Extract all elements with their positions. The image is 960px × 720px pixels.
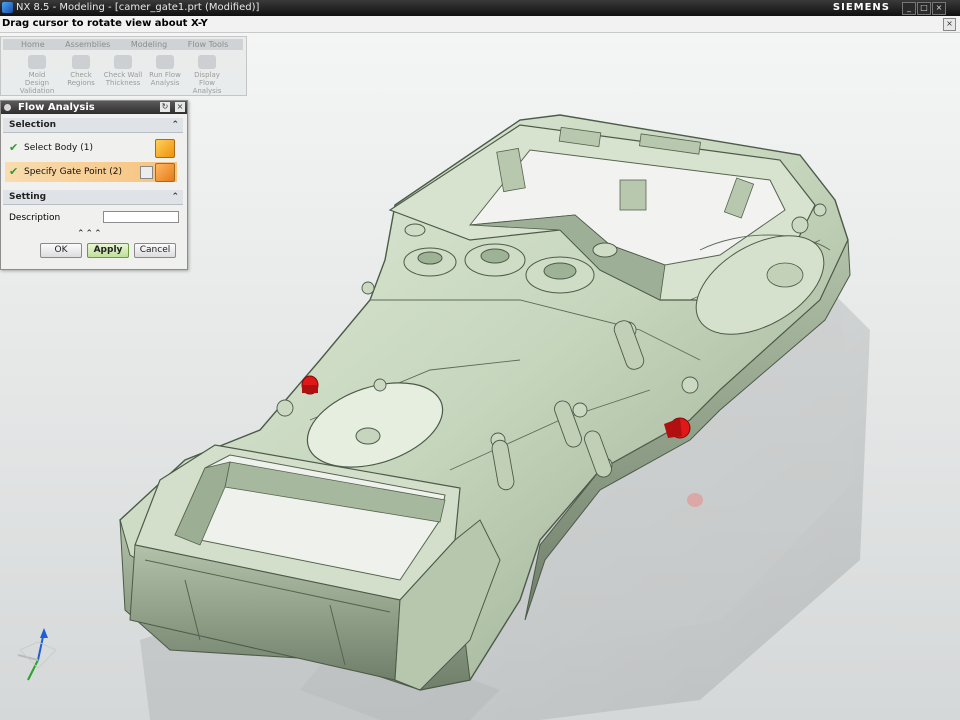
- siemens-logo: SIEMENS: [832, 2, 890, 13]
- title-bar: NX 8.5 - Modeling - [camer_gate1.prt (Mo…: [0, 0, 960, 16]
- ghost-tab[interactable]: Assemblies: [65, 40, 110, 49]
- cube-icon[interactable]: [155, 139, 175, 158]
- cancel-button[interactable]: Cancel: [134, 243, 176, 258]
- setting-group-header[interactable]: Setting ⌃: [3, 190, 183, 205]
- point-dialog-icon[interactable]: [140, 166, 153, 179]
- ghost-tab[interactable]: Flow Tools: [188, 40, 229, 49]
- ghost-ribbon-tabs: Home Assemblies Modeling Flow Tools: [3, 39, 243, 50]
- ghost-ribbon-toolbar: Home Assemblies Modeling Flow Tools Mold…: [0, 36, 247, 96]
- maximize-button[interactable]: □: [917, 2, 931, 15]
- dialog-title-bar[interactable]: Flow Analysis ↻ ×: [1, 101, 187, 114]
- description-label: Description: [9, 213, 61, 223]
- ghost-button-display-flow[interactable]: Display Flow Analysis: [187, 55, 227, 95]
- flow-icon: [156, 55, 174, 69]
- ghost-button-check-regions[interactable]: Check Regions: [61, 55, 101, 91]
- close-window-button[interactable]: ×: [932, 2, 946, 15]
- nx-app-icon[interactable]: [2, 2, 13, 13]
- minimize-button[interactable]: _: [902, 2, 916, 15]
- expand-more-icon[interactable]: ⌃⌃⌃: [77, 229, 103, 239]
- description-row: Description: [9, 211, 179, 225]
- check-icon: ✔: [9, 141, 19, 154]
- thickness-icon: [114, 55, 132, 69]
- selection-group-header[interactable]: Selection ⌃: [3, 118, 183, 133]
- prompt-close-button[interactable]: ×: [943, 18, 956, 31]
- prompt-line: Drag cursor to rotate view about X-Y ×: [0, 16, 960, 33]
- ghost-button-run-flow[interactable]: Run Flow Analysis: [145, 55, 185, 91]
- collapse-caret-icon[interactable]: ⌃: [171, 118, 179, 132]
- ghost-button-wall-thickness[interactable]: Check Wall Thickness: [103, 55, 143, 91]
- select-body-label: Select Body (1): [24, 143, 93, 153]
- ghost-tab[interactable]: Home: [21, 40, 45, 49]
- check-icon: ✔: [9, 165, 19, 178]
- select-body-row[interactable]: ✔ Select Body (1): [5, 138, 177, 158]
- prompt-text: Drag cursor to rotate view about X-Y: [2, 18, 208, 29]
- ghost-button-mold-validation[interactable]: Mold Design Validation: [17, 55, 57, 95]
- mold-icon: [28, 55, 46, 69]
- view-triad: [17, 628, 57, 681]
- description-field[interactable]: [103, 211, 179, 223]
- close-icon[interactable]: ×: [175, 102, 185, 112]
- ok-button[interactable]: OK: [40, 243, 82, 258]
- flow-analysis-dialog: Flow Analysis ↻ × Selection ⌃ ✔ Select B…: [0, 100, 188, 270]
- ghost-tab[interactable]: Modeling: [131, 40, 167, 49]
- dialog-title: Flow Analysis: [18, 102, 95, 113]
- collapse-caret-icon[interactable]: ⌃: [171, 190, 179, 204]
- dialog-icon: [4, 104, 11, 111]
- regions-icon: [72, 55, 90, 69]
- gate-point-label: Specify Gate Point (2): [24, 167, 122, 177]
- window-title: NX 8.5 - Modeling - [camer_gate1.prt (Mo…: [16, 2, 260, 13]
- display-flow-icon: [198, 55, 216, 69]
- reset-icon[interactable]: ↻: [160, 102, 170, 112]
- specify-gate-point-row[interactable]: ✔ Specify Gate Point (2): [5, 162, 177, 182]
- point-icon[interactable]: [155, 163, 175, 182]
- apply-button[interactable]: Apply: [87, 243, 129, 258]
